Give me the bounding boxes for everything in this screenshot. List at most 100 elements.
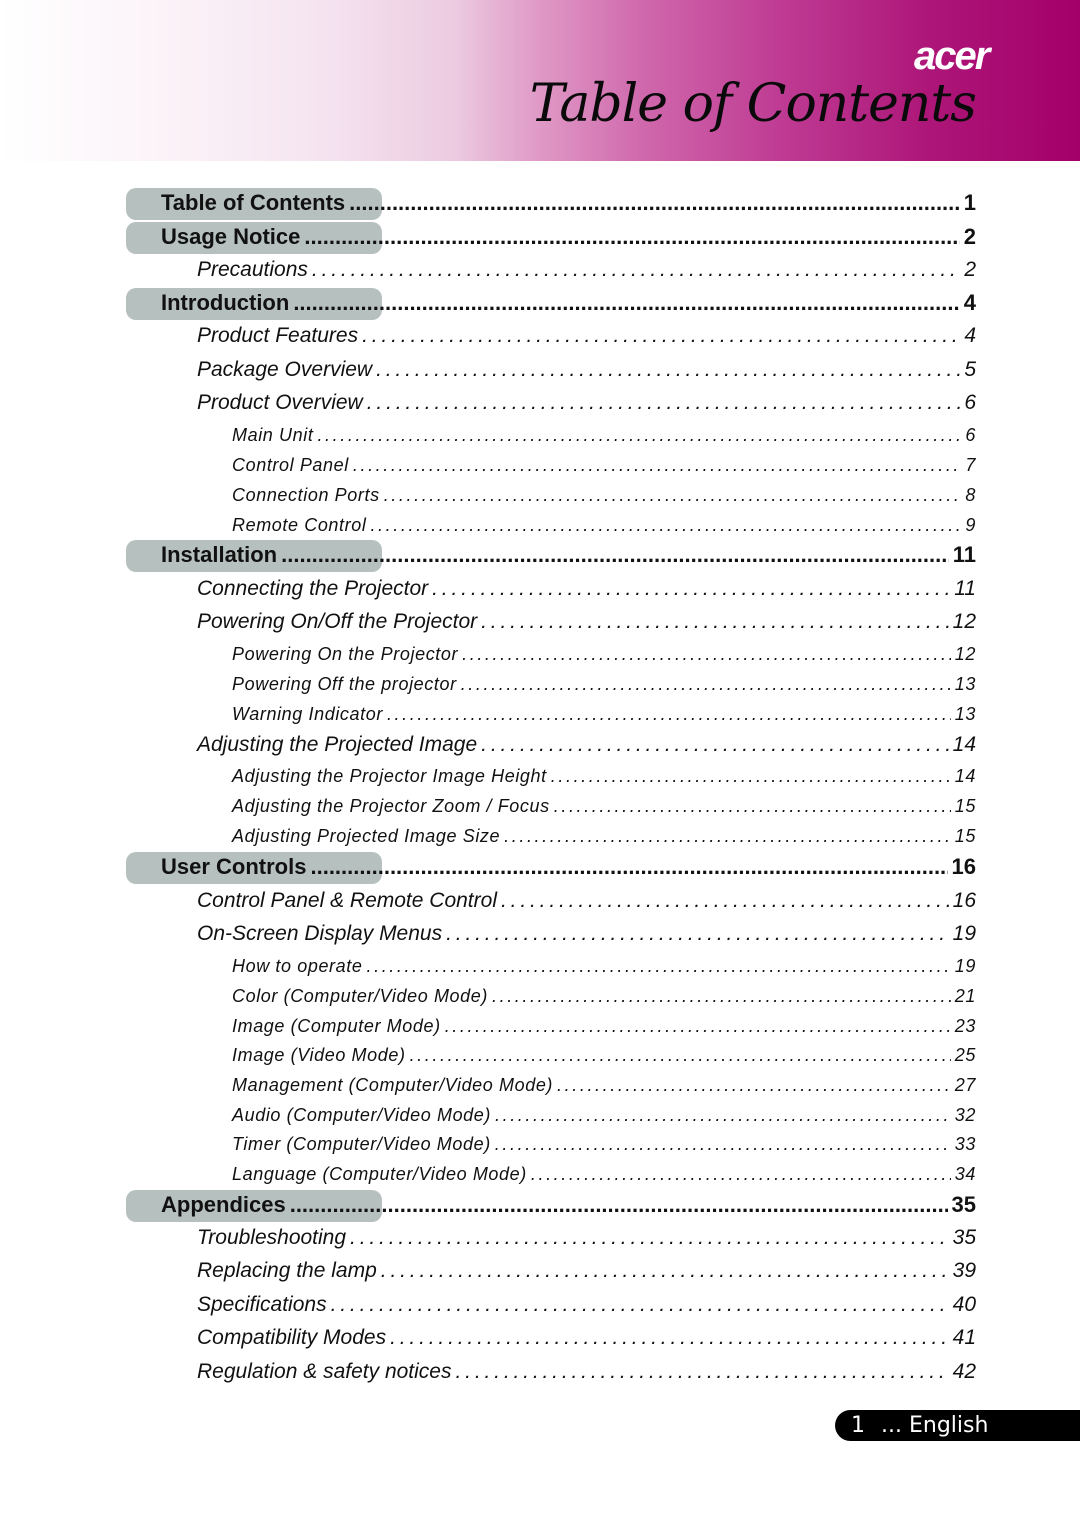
toc-entry-level-2[interactable]: Control Panel & Remote Control 16 <box>0 886 1080 918</box>
toc-entry[interactable]: Product Features 4 <box>197 324 976 348</box>
toc-entry-level-2[interactable]: Package Overview 5 <box>0 355 1080 387</box>
toc-entry[interactable]: Troubleshooting 35 <box>197 1226 976 1250</box>
toc-entry-level-1[interactable]: Introduction 4 <box>0 288 1080 320</box>
toc-entry[interactable]: Adjusting the Projector Zoom / Focus 15 <box>232 796 976 817</box>
toc-entry-level-2[interactable]: Replacing the lamp 39 <box>0 1256 1080 1288</box>
toc-entry-level-3[interactable]: Audio (Computer/Video Mode) 32 <box>0 1100 1080 1132</box>
toc-entry[interactable]: Compatibility Modes 41 <box>197 1326 976 1350</box>
toc-entry-level-3[interactable]: How to operate 19 <box>0 951 1080 983</box>
toc-entry-label: Adjusting the Projected Image <box>197 733 478 756</box>
toc-entry-page: 5 <box>964 358 976 381</box>
language-label: ... English <box>881 1413 989 1438</box>
toc-entry[interactable]: Remote Control 9 <box>232 515 976 536</box>
toc-entry-level-3[interactable]: Main Unit 6 <box>0 420 1080 452</box>
toc-entry[interactable]: Color (Computer/Video Mode) 21 <box>232 986 976 1007</box>
dot-leader <box>504 826 951 847</box>
toc-entry[interactable]: Control Panel & Remote Control 16 <box>197 889 976 913</box>
toc-entry[interactable]: Control Panel 7 <box>232 455 976 476</box>
toc-entry-label: Image (Computer Mode) <box>232 1016 441 1036</box>
toc-entry[interactable]: Timer (Computer/Video Mode) 33 <box>232 1134 976 1155</box>
toc-entry-level-3[interactable]: Image (Video Mode) 25 <box>0 1040 1080 1072</box>
toc-entry[interactable]: Introduction 4 <box>161 290 976 316</box>
toc-entry[interactable]: Image (Video Mode) 25 <box>232 1045 976 1066</box>
toc-entry[interactable]: Warning Indicator 13 <box>232 704 976 725</box>
toc-entry[interactable]: Connection Ports 8 <box>232 485 976 506</box>
toc-entry-level-2[interactable]: Specifications 40 <box>0 1290 1080 1322</box>
toc-entry-level-1[interactable]: Table of Contents 1 <box>0 188 1080 220</box>
toc-entry-level-1[interactable]: Usage Notice 2 <box>0 222 1080 254</box>
dot-leader <box>461 674 951 695</box>
dot-leader <box>304 224 959 250</box>
toc-entry[interactable]: How to operate 19 <box>232 956 976 977</box>
toc-entry-level-2[interactable]: Precautions 2 <box>0 255 1080 287</box>
toc-entry-level-3[interactable]: Powering On the Projector 12 <box>0 639 1080 671</box>
toc-entry-page: 2 <box>963 224 976 249</box>
toc-entry[interactable]: Appendices 35 <box>161 1192 976 1218</box>
dot-leader <box>495 1105 951 1126</box>
toc-entry-level-3[interactable]: Control Panel 7 <box>0 450 1080 482</box>
toc-entry-label: Color (Computer/Video Mode) <box>232 986 488 1006</box>
toc-entry-level-3[interactable]: Adjusting the Projector Image Height 14 <box>0 761 1080 793</box>
toc-entry-level-1[interactable]: Installation 11 <box>0 540 1080 572</box>
toc-entry-level-3[interactable]: Warning Indicator 13 <box>0 699 1080 731</box>
toc-entry[interactable]: Connecting the Projector 11 <box>197 577 976 601</box>
toc-entry-level-2[interactable]: Powering On/Off the Projector 12 <box>0 607 1080 639</box>
toc-entry[interactable]: Installation 11 <box>161 542 976 568</box>
toc-entry-level-3[interactable]: Powering Off the projector 13 <box>0 669 1080 701</box>
toc-entry[interactable]: On-Screen Display Menus 19 <box>197 922 976 946</box>
toc-entry[interactable]: Adjusting the Projector Image Height 14 <box>232 766 976 787</box>
toc-entry-level-3[interactable]: Remote Control 9 <box>0 510 1080 542</box>
toc-entry-page: 6 <box>965 425 976 445</box>
toc-entry-level-3[interactable]: Image (Computer Mode) 23 <box>0 1011 1080 1043</box>
toc-entry-level-2[interactable]: Compatibility Modes 41 <box>0 1323 1080 1355</box>
toc-entry[interactable]: Package Overview 5 <box>197 358 976 382</box>
toc-entry-level-2[interactable]: Regulation & safety notices 42 <box>0 1357 1080 1389</box>
toc-entry-level-2[interactable]: Product Features 4 <box>0 321 1080 353</box>
toc-entry-label: Powering Off the projector <box>232 674 457 694</box>
toc-entry[interactable]: Image (Computer Mode) 23 <box>232 1016 976 1037</box>
toc-entry-page: 13 <box>954 674 976 694</box>
toc-entry-label: Specifications <box>197 1293 327 1316</box>
toc-entry[interactable]: Replacing the lamp 39 <box>197 1259 976 1283</box>
toc-entry[interactable]: Precautions 2 <box>197 258 976 282</box>
toc-entry[interactable]: Management (Computer/Video Mode) 27 <box>232 1075 976 1096</box>
dot-leader <box>349 190 960 216</box>
toc-entry-page: 41 <box>952 1326 976 1349</box>
toc-entry[interactable]: Regulation & safety notices 42 <box>197 1360 976 1384</box>
toc-entry-label: User Controls <box>161 854 307 879</box>
toc-entry[interactable]: Adjusting Projected Image Size 15 <box>232 826 976 847</box>
toc-entry[interactable]: Powering On the Projector 12 <box>232 644 976 665</box>
toc-entry-level-2[interactable]: Connecting the Projector 11 <box>0 574 1080 606</box>
toc-entry-level-3[interactable]: Connection Ports 8 <box>0 480 1080 512</box>
toc-entry[interactable]: Powering Off the projector 13 <box>232 674 976 695</box>
toc-entry[interactable]: Language (Computer/Video Mode) 34 <box>232 1164 976 1185</box>
toc-entry[interactable]: Specifications 40 <box>197 1293 976 1317</box>
toc-entry-level-3[interactable]: Color (Computer/Video Mode) 21 <box>0 981 1080 1013</box>
toc-entry[interactable]: Main Unit 6 <box>232 425 976 446</box>
toc-entry-level-2[interactable]: Adjusting the Projected Image 14 <box>0 730 1080 762</box>
dot-leader <box>495 1134 951 1155</box>
toc-entry-label: Warning Indicator <box>232 704 383 724</box>
toc-entry[interactable]: Table of Contents 1 <box>161 190 976 216</box>
toc-entry[interactable]: Usage Notice 2 <box>161 224 976 250</box>
dot-leader <box>376 358 960 382</box>
toc-entry-level-3[interactable]: Adjusting the Projector Zoom / Focus 15 <box>0 791 1080 823</box>
toc-entry-level-2[interactable]: On-Screen Display Menus 19 <box>0 919 1080 951</box>
toc-entry-level-2[interactable]: Troubleshooting 35 <box>0 1223 1080 1255</box>
toc-entry-level-3[interactable]: Language (Computer/Video Mode) 34 <box>0 1159 1080 1191</box>
dot-leader <box>390 1326 949 1350</box>
toc-entry-level-3[interactable]: Adjusting Projected Image Size 15 <box>0 821 1080 853</box>
toc-entry[interactable]: Adjusting the Projected Image 14 <box>197 733 976 757</box>
toc-entry-page: 12 <box>954 644 976 664</box>
toc-entry-level-1[interactable]: Appendices 35 <box>0 1190 1080 1222</box>
dot-leader <box>554 796 951 817</box>
toc-entry-level-2[interactable]: Product Overview 6 <box>0 388 1080 420</box>
toc-entry-level-3[interactable]: Management (Computer/Video Mode) 27 <box>0 1070 1080 1102</box>
toc-entry[interactable]: Powering On/Off the Projector 12 <box>197 610 976 634</box>
toc-entry-level-1[interactable]: User Controls 16 <box>0 852 1080 884</box>
toc-entry[interactable]: User Controls 16 <box>161 854 976 880</box>
toc-entry[interactable]: Audio (Computer/Video Mode) 32 <box>232 1105 976 1126</box>
toc-entry-level-3[interactable]: Timer (Computer/Video Mode) 33 <box>0 1129 1080 1161</box>
toc-entry[interactable]: Product Overview 6 <box>197 391 976 415</box>
acer-logo: acer <box>914 34 990 78</box>
